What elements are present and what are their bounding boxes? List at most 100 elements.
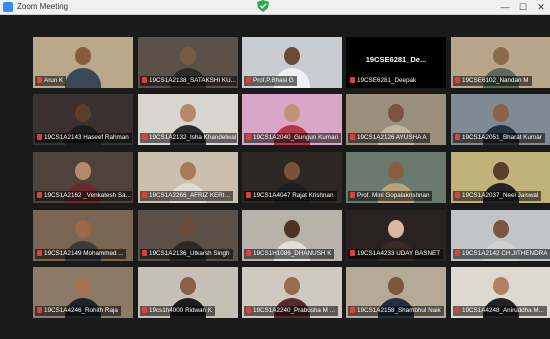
participant-tile[interactable]: 19CS1A4248_Aniruddha M... (451, 267, 550, 318)
participant-name: 19CS1A4248_Aniruddha M... (462, 307, 544, 314)
participant-face (493, 277, 509, 295)
participant-tile[interactable]: 19CS1A2158_Shambhul Naik (346, 267, 446, 318)
participant-nameplate: 19cs1h4000 Ridwan K (140, 306, 216, 316)
participant-face (388, 277, 404, 295)
participant-tile[interactable]: Prof. Mini Gopalakrishnan (346, 152, 446, 203)
muted-mic-icon (37, 134, 42, 140)
participant-name: 19CS1A4233 UDAY BASNET (357, 250, 441, 257)
zoom-app-icon (3, 2, 13, 12)
minimize-button[interactable]: — (496, 0, 514, 14)
participant-nameplate: 19CS1A2132_Isha Khandelwal (140, 133, 237, 143)
participant-name: 19CS1A2037_Neel Jaiswal (462, 192, 539, 199)
participant-name: 19CS1H1086_DHANUSH K (253, 250, 332, 257)
participant-nameplate: 19CS1A2126 AYUSHA A (348, 133, 430, 143)
participant-tile[interactable]: 19CS1A2162 _Venkatesh Sa... (33, 152, 133, 203)
participant-nameplate: 19CS1A2158_Shambhul Naik (348, 306, 444, 316)
participant-name: 19CS1A2142 CH.JITHENDRA (462, 250, 548, 257)
muted-mic-icon (246, 77, 251, 83)
participant-tile[interactable]: 19cs1h4000 Ridwan K (138, 267, 238, 318)
muted-mic-icon (455, 250, 460, 256)
participant-tile[interactable]: 19CS1A2037_Neel Jaiswal (451, 152, 550, 203)
participant-tile[interactable]: 19CSE6281_De... 19CSE6281_Deepak (346, 37, 446, 88)
participant-face (75, 162, 91, 180)
participant-nameplate: 19CS1A2040_Gungun Kumari (244, 133, 341, 143)
muted-mic-icon (246, 307, 251, 313)
gallery-view: Arun K 19CS1A2138_SATAKSHI KU... Prof.P.Bh… (0, 15, 550, 339)
participant-tile[interactable]: 19CS1A2266_AFRIZ KERI... (138, 152, 238, 203)
participant-tile[interactable]: Prof.P.Bhasi G (242, 37, 342, 88)
participant-tile[interactable]: 19CS1A2126 AYUSHA A (346, 94, 446, 145)
participant-nameplate: Prof.P.Bhasi G (244, 76, 297, 86)
participant-tile[interactable]: 19CS1A2149 Mohammed ... (33, 210, 133, 261)
muted-mic-icon (350, 77, 355, 83)
participant-tile[interactable]: 19CS1A2143 Haseef Rahman (33, 94, 133, 145)
muted-mic-icon (455, 134, 460, 140)
muted-mic-icon (37, 192, 42, 198)
participant-tile[interactable]: 19CS1A2132_Isha Khandelwal (138, 94, 238, 145)
participant-nameplate: 19CSE6281_Deepak (348, 76, 420, 86)
participant-face (284, 277, 300, 295)
participant-face (180, 220, 196, 238)
participant-nameplate: 19CS1A2143 Haseef Rahman (35, 133, 132, 143)
participant-face (388, 220, 404, 238)
participant-nameplate: 19CS1A2149 Mohammed ... (35, 249, 127, 259)
muted-mic-icon (142, 77, 147, 83)
participant-face (284, 162, 300, 180)
participant-name: 19CS1A2143 Haseef Rahman (44, 134, 129, 141)
participant-name: 19CS1A4047 Rajat Krishnan (253, 192, 334, 199)
participant-face (493, 220, 509, 238)
muted-mic-icon (142, 250, 147, 256)
participant-tile[interactable]: 19CS1A2040_Gungun Kumari (242, 94, 342, 145)
muted-mic-icon (455, 77, 460, 83)
participant-nameplate: 19CS1A2162 _Venkatesh Sa... (35, 191, 132, 201)
muted-mic-icon (142, 134, 147, 140)
participant-name: 19CS1A2040_Gungun Kumari (253, 134, 339, 141)
participant-face (284, 47, 300, 65)
participant-tile[interactable]: 19CS1A2240_Prabusha M ... (242, 267, 342, 318)
participant-nameplate: 19CS1A2136_Utkarsh Singh (140, 249, 233, 259)
participant-tile[interactable]: 19CS1H1086_DHANUSH K (242, 210, 342, 261)
participant-nameplate: 19CS1H1086_DHANUSH K (244, 249, 335, 259)
participant-nameplate: 19CS1A4248_Aniruddha M... (453, 306, 547, 316)
participant-tile[interactable]: 19CS1A2138_SATAKSHI KU... (138, 37, 238, 88)
participant-name: 19CS1A2158_Shambhul Naik (357, 307, 441, 314)
participant-nameplate: 19CS1A2266_AFRIZ KERI... (140, 191, 233, 201)
participant-nameplate: Prof. Mini Gopalakrishnan (348, 191, 433, 201)
muted-mic-icon (350, 192, 355, 198)
participant-name: 19CS1A2149 Mohammed ... (44, 250, 124, 257)
participant-name: 19CSE6281_Deepak (357, 77, 417, 84)
participant-nameplate: 19CS1A4047 Rajat Krishnan (244, 191, 337, 201)
participant-nameplate: Arun K (35, 76, 67, 86)
maximize-button[interactable]: ☐ (514, 0, 532, 14)
close-button[interactable]: ✕ (532, 0, 550, 14)
participant-nameplate: 19CS1A2037_Neel Jaiswal (453, 191, 542, 201)
participant-tile[interactable]: 19CS1A2136_Utkarsh Singh (138, 210, 238, 261)
window-title: Zoom Meeting (17, 2, 69, 11)
participant-tile[interactable]: 19CS1A4246_Rohith Raja (33, 267, 133, 318)
muted-mic-icon (246, 250, 251, 256)
participant-face (75, 47, 91, 65)
participant-nameplate: 19CSE6102_Nandan M (453, 76, 532, 86)
participant-face (75, 104, 91, 122)
participant-name: Prof.P.Bhasi G (253, 77, 294, 84)
encryption-shield-icon[interactable] (256, 0, 270, 12)
muted-mic-icon (37, 307, 42, 313)
participant-face (388, 104, 404, 122)
window-titlebar: Zoom Meeting — ☐ ✕ (0, 0, 550, 15)
participant-face (493, 162, 509, 180)
participant-tile[interactable]: Arun K (33, 37, 133, 88)
participant-tile[interactable]: 19CS1A2142 CH.JITHENDRA (451, 210, 550, 261)
muted-mic-icon (455, 192, 460, 198)
participant-name: Arun K (44, 77, 64, 84)
participant-tile[interactable]: 19CS1A4047 Rajat Krishnan (242, 152, 342, 203)
muted-mic-icon (350, 307, 355, 313)
participant-tile[interactable]: 19CS1A2051_Bharat Kumar (451, 94, 550, 145)
participant-name: Prof. Mini Gopalakrishnan (357, 192, 430, 199)
participant-tile[interactable]: 19CS1A4233 UDAY BASNET (346, 210, 446, 261)
muted-mic-icon (455, 307, 460, 313)
participant-name: 19CS1A2240_Prabusha M ... (253, 307, 335, 314)
participant-face (284, 104, 300, 122)
participant-name: 19CS1A2132_Isha Khandelwal (149, 134, 237, 141)
participant-tile[interactable]: 19CSE6102_Nandan M (451, 37, 550, 88)
participant-face (180, 162, 196, 180)
